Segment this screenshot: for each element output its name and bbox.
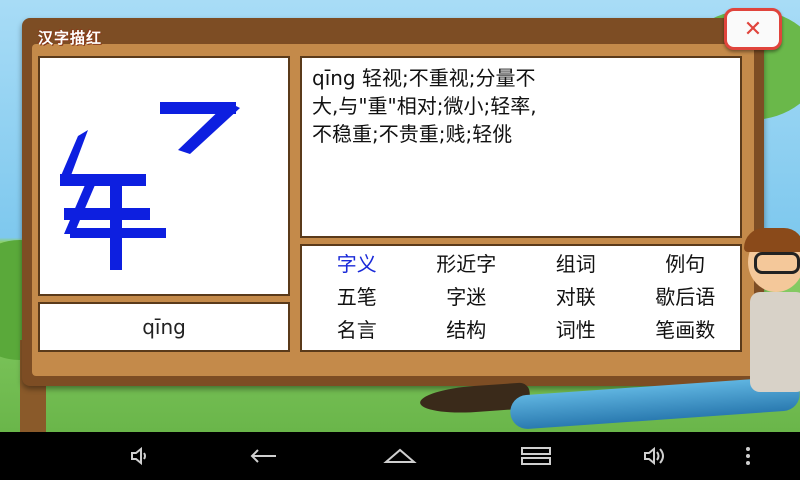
character-strokes (60, 102, 240, 270)
menu-item[interactable]: 形近字 (412, 248, 522, 281)
back-button[interactable] (242, 440, 286, 472)
home-button[interactable] (378, 440, 422, 472)
cartoon-kid-body (750, 292, 800, 392)
stroke (64, 208, 150, 220)
recent-apps-icon (521, 447, 551, 465)
stroke (70, 228, 166, 238)
close-button[interactable]: ✕ (724, 8, 782, 50)
pinyin-display: qīng (38, 302, 290, 352)
cartoon-kid-hair (744, 228, 800, 252)
menu-item[interactable]: 字迷 (412, 281, 522, 314)
menu-item[interactable]: 对联 (521, 281, 631, 314)
watermark-seal (740, 118, 742, 238)
stroke (60, 174, 146, 186)
menu-item[interactable]: 歇后语 (631, 281, 741, 314)
stroke (110, 178, 122, 270)
menu-item[interactable]: 组词 (521, 248, 631, 281)
menu-item[interactable]: 五笔 (302, 281, 412, 314)
menu-item[interactable]: 词性 (521, 314, 631, 347)
stroke (60, 130, 88, 178)
stroke-group (60, 102, 240, 270)
home-icon (383, 448, 417, 463)
overflow-menu-button[interactable] (726, 440, 770, 472)
menu-item[interactable]: 笔画数 (631, 314, 741, 347)
volume-down-icon (131, 446, 146, 466)
menu-item[interactable]: 例句 (631, 248, 741, 281)
definition-text: qīng 轻视;不重视;分量不大,与"重"相对;微小;轻率,不稳重;不贵重;贱;… (312, 66, 537, 146)
app-title: 汉字描红 (38, 29, 103, 47)
pinyin-text: qīng (142, 315, 186, 339)
android-navbar (0, 432, 800, 480)
info-menu: 字义 形近字 组词 例句五笔 字迷 对联 歇后语名言 结构 词性 笔画数 (300, 244, 742, 352)
recent-apps-button[interactable] (514, 440, 558, 472)
stroke (64, 178, 98, 234)
back-icon (250, 449, 276, 463)
menu-item[interactable]: 名言 (302, 314, 412, 347)
menu-grid: 字义 形近字 组词 例句五笔 字迷 对联 歇后语名言 结构 词性 笔画数 (302, 248, 740, 347)
volume-up-icon (644, 446, 664, 466)
menu-item[interactable]: 字义 (302, 248, 412, 281)
volume-up-button[interactable] (634, 440, 678, 472)
close-icon: ✕ (743, 16, 763, 42)
character-canvas[interactable] (38, 56, 290, 296)
definition-panel: qīng 轻视;不重视;分量不大,与"重"相对;微小;轻率,不稳重;不贵重;贱;… (300, 56, 742, 238)
cartoon-kid-glasses (754, 252, 800, 274)
menu-item[interactable]: 结构 (412, 314, 522, 347)
overflow-menu-icon (746, 447, 750, 465)
volume-down-button[interactable] (118, 440, 162, 472)
